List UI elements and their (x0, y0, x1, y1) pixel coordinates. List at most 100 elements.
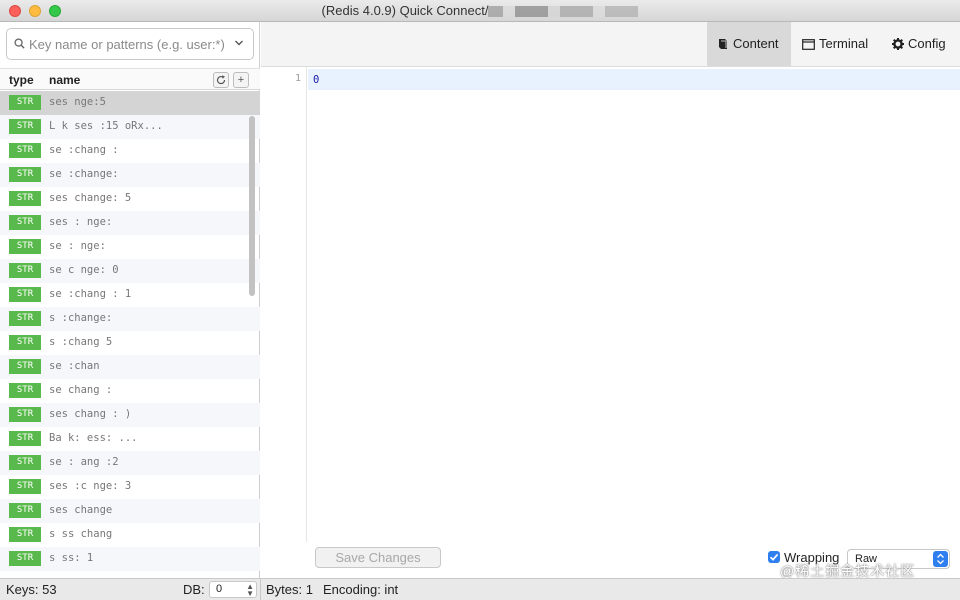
key-row[interactable]: STR s ss: 1 (0, 547, 260, 571)
search-icon (14, 38, 25, 49)
key-row[interactable]: STR ses :c nge: 3 (0, 475, 260, 499)
db-stepper[interactable]: 0 ▲ ▼ (209, 581, 257, 598)
refresh-icon (216, 75, 226, 85)
key-type-badge: STR (9, 503, 41, 518)
key-type-badge: STR (9, 383, 41, 398)
editor-value-text[interactable]: 0 (313, 74, 319, 86)
tab-content[interactable]: Content (707, 22, 791, 66)
key-row[interactable]: STR se : ang :2 (0, 451, 260, 475)
title-bar: (Redis 4.0.9) Quick Connect/ (0, 0, 960, 22)
key-name: ses : nge: (49, 216, 113, 228)
key-type-badge: STR (9, 407, 41, 422)
name-column-header[interactable]: name (49, 73, 80, 87)
key-row[interactable]: STR ses change: 5 (0, 187, 260, 211)
keys-count: Keys: 53 (6, 582, 57, 597)
app-window: (Redis 4.0.9) Quick Connect/ type name + (0, 0, 960, 600)
key-row[interactable]: STR se :chang : 1 (0, 283, 260, 307)
key-name: s ss: 1 (49, 552, 94, 564)
terminal-icon (802, 39, 815, 50)
key-row[interactable]: STR se :change: (0, 163, 260, 187)
key-type-badge: STR (9, 143, 41, 158)
line-number: 1 (294, 73, 301, 84)
key-name: ses chang : ) (49, 408, 132, 420)
key-row[interactable]: STR ses nge:5 (0, 91, 260, 115)
key-type-badge: STR (9, 551, 41, 566)
wrapping-checkbox[interactable] (768, 551, 780, 563)
db-label: DB: (183, 582, 205, 597)
window-title: (Redis 4.0.9) Quick Connect/ (0, 3, 960, 18)
key-name: ses nge:5 (49, 96, 106, 108)
key-type-badge: STR (9, 287, 41, 302)
key-name: s :chang 5 (49, 336, 113, 348)
tab-config-label: Config (908, 36, 946, 51)
key-name: se c nge: 0 (49, 264, 119, 276)
key-type-badge: STR (9, 239, 41, 254)
chevron-down-icon[interactable] (234, 38, 244, 48)
tab-terminal-label: Terminal (819, 36, 869, 51)
gear-icon (892, 38, 904, 50)
key-name: se :change: (49, 168, 119, 180)
key-name: ses :c nge: 3 (49, 480, 132, 492)
tab-content-label: Content (733, 36, 779, 51)
key-type-badge: STR (9, 167, 41, 182)
key-row[interactable]: STR ses : nge: (0, 211, 260, 235)
key-row[interactable]: STR se c nge: 0 (0, 259, 260, 283)
key-type-badge: STR (9, 191, 41, 206)
book-icon (719, 39, 727, 49)
key-row[interactable]: STR se :chan (0, 355, 260, 379)
add-key-button[interactable]: + (233, 72, 249, 88)
key-row[interactable]: STR ses change (0, 499, 260, 523)
key-name: se :chan (49, 360, 100, 372)
tab-config[interactable]: Config (881, 22, 960, 66)
value-editor[interactable]: 1 0 (261, 67, 960, 542)
key-name: se chang : (49, 384, 113, 396)
key-row[interactable]: STR se :chang : (0, 139, 260, 163)
key-row[interactable]: STR se : nge: (0, 235, 260, 259)
status-bar: Keys: 53 DB: 0 ▲ ▼ Bytes: 1 Encoding: int (0, 578, 960, 600)
type-column-header[interactable]: type (9, 73, 34, 87)
key-row[interactable]: STR s :change: (0, 307, 260, 331)
status-divider (260, 579, 261, 600)
key-search-input[interactable] (29, 35, 229, 54)
key-name: se : ang :2 (49, 456, 119, 468)
tab-terminal[interactable]: Terminal (791, 22, 881, 66)
key-row[interactable]: STR s :chang 5 (0, 331, 260, 355)
key-name: se :chang : 1 (49, 288, 132, 300)
checkmark-icon (769, 553, 779, 561)
key-name: L k ses :15 oRx... (49, 120, 163, 132)
key-name: se :chang : (49, 144, 119, 156)
key-name: s :change: (49, 312, 113, 324)
key-row[interactable]: STR se chang : (0, 379, 260, 403)
key-type-badge: STR (9, 215, 41, 230)
key-type-badge: STR (9, 95, 41, 110)
key-type-badge: STR (9, 311, 41, 326)
db-value: 0 (216, 583, 223, 595)
line-number-gutter: 1 (261, 67, 307, 542)
key-type-badge: STR (9, 527, 41, 542)
stepper-arrows-icon[interactable]: ▲ ▼ (246, 583, 254, 598)
key-browser-panel: type name + STR ses nge:5 STR L k ses :15 o… (0, 22, 260, 578)
key-row[interactable]: STR L k ses :15 oRx... (0, 115, 260, 139)
redacted-host (488, 6, 639, 18)
key-type-badge: STR (9, 119, 41, 134)
key-list-header: type name + (0, 68, 260, 90)
key-search-box[interactable] (6, 28, 254, 60)
key-type-badge: STR (9, 263, 41, 278)
key-type-badge: STR (9, 455, 41, 470)
select-arrows-icon (933, 551, 948, 567)
key-list-scrollbar[interactable] (249, 116, 255, 296)
key-type-badge: STR (9, 359, 41, 374)
key-type-badge: STR (9, 431, 41, 446)
key-row[interactable]: STR ses chang : ) (0, 403, 260, 427)
key-name: ses change: 5 (49, 192, 132, 204)
save-changes-button[interactable]: Save Changes (315, 547, 441, 568)
key-row[interactable]: STR s ss chang (0, 523, 260, 547)
key-name: ses change (49, 504, 113, 516)
view-toolbar: Content Terminal Config (261, 22, 960, 67)
refresh-keys-button[interactable] (213, 72, 229, 88)
value-bytes: Bytes: 1 (266, 582, 313, 597)
key-name: Ba k: ess: ... (49, 432, 138, 444)
key-list: STR ses nge:5 STR L k ses :15 oRx... STR se :… (0, 91, 260, 578)
key-row[interactable]: STR Ba k: ess: ... (0, 427, 260, 451)
editor-current-line[interactable]: 0 (308, 69, 960, 90)
